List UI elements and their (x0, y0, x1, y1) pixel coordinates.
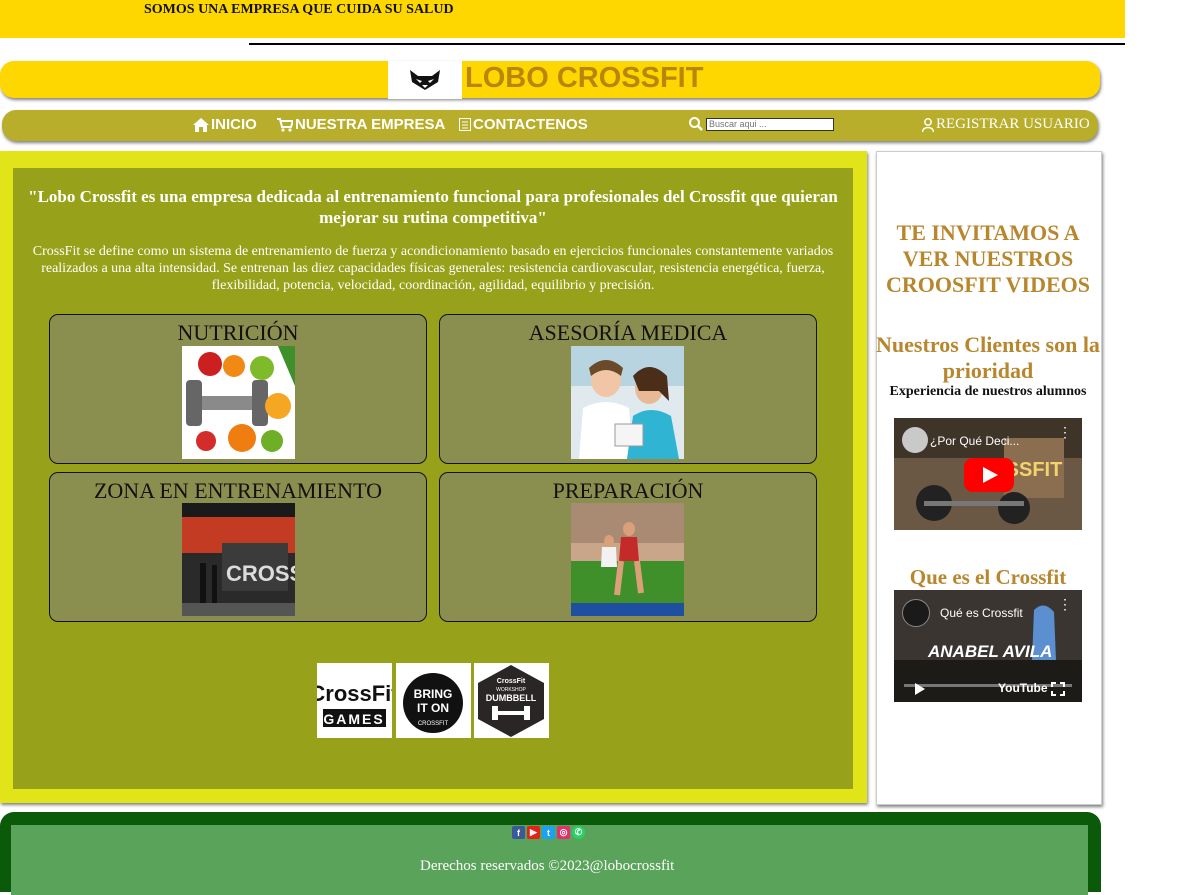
top-bar: SOMOS UNA EMPRESA QUE CUIDA SU SALUD (0, 0, 1125, 38)
video-title: ¿Por Qué Deci... (930, 434, 1020, 448)
register-user-label: REGISTRAR USUARIO (936, 116, 1090, 132)
crossfit-description: CrossFit se define como un sistema de en… (32, 244, 834, 293)
card-zona-entrenamiento[interactable]: ZONA EN ENTRENAMIENTO CROSSFIT (49, 472, 427, 622)
list-icon (459, 118, 471, 131)
channel-avatar (902, 599, 930, 627)
divider (249, 43, 1125, 45)
preparation-image (571, 503, 684, 616)
nutrition-image (182, 346, 295, 459)
register-user-link[interactable]: REGISTRAR USUARIO (922, 116, 1090, 133)
dumbbell-workshop-logo[interactable]: CrossFit WORKSHOP DUMBBELL (474, 663, 549, 738)
copyright-text: Derechos reservados ©2023@lobocrossfit (420, 858, 675, 874)
video-title: Qué es Crossfit (940, 606, 1023, 620)
partner-text: CrossFit (317, 681, 392, 706)
partner-text: CROSSFIT (418, 721, 449, 727)
card-nutricion[interactable]: NUTRICIÓN (49, 314, 427, 464)
fullscreen-icon[interactable] (1051, 682, 1065, 696)
more-options-icon[interactable]: ⋮ (1058, 425, 1072, 439)
svg-text:SSFIT: SSFIT (1006, 459, 1063, 481)
twitter-icon[interactable]: t (542, 826, 555, 839)
youtube-logo[interactable]: YouTube (998, 681, 1048, 695)
search-input[interactable] (706, 117, 834, 131)
partner-text: CrossFit (497, 678, 526, 685)
search-icon[interactable] (689, 117, 703, 131)
search-box (689, 117, 834, 131)
nav-inicio-label: INICIO (211, 116, 257, 133)
play-icon[interactable] (914, 682, 926, 696)
more-options-icon[interactable]: ⋮ (1058, 597, 1072, 611)
wolf-logo-icon[interactable] (388, 61, 462, 99)
card-title: ASESORÍA MEDICA (528, 320, 728, 345)
nav-nuestra-empresa[interactable]: NUESTRA EMPRESA (277, 116, 445, 133)
youtube-icon[interactable]: ▶ (527, 826, 540, 839)
partner-text: IT ON (417, 701, 449, 715)
social-links: f ▶ t ◎ ✆ (512, 826, 585, 839)
play-icon[interactable] (964, 458, 1014, 492)
nav-nuestra-empresa-label: NUESTRA EMPRESA (295, 116, 446, 133)
video-overlay-text: ANABEL AVILA (928, 642, 1053, 661)
nav-inicio[interactable]: INICIO (193, 116, 257, 133)
home-icon (193, 117, 209, 132)
bring-it-on-logo[interactable]: BRING IT ON CROSSFIT (396, 663, 471, 738)
sidebar-heading-videos: TE INVITAMOS A VER NUESTROS CROOSFIT VID… (886, 220, 1090, 297)
card-title: ZONA EN ENTRENAMIENTO (93, 478, 382, 503)
card-title: NUTRICIÓN (177, 320, 299, 345)
video-player-2[interactable]: Qué es Crossfit ⋮ ANABEL AVILA YouTube (894, 590, 1082, 702)
company-quote: "Lobo Crossfit es una empresa dedicada a… (28, 187, 838, 227)
svg-text:CROSSFIT: CROSSFIT (226, 561, 295, 586)
video-player-1[interactable]: SSFIT ¿Por Qué Deci... ⋮ (894, 418, 1082, 530)
sidebar-heading-clients: Nuestros Clientes son la prioridad (876, 332, 1100, 383)
slogan: SOMOS UNA EMPRESA QUE CUIDA SU SALUD (144, 2, 454, 17)
partner-text: DUMBBELL (486, 693, 537, 703)
card-title: PREPARACIÓN (552, 478, 704, 503)
instagram-icon[interactable]: ◎ (557, 826, 570, 839)
cart-icon (277, 117, 293, 132)
channel-avatar (902, 427, 928, 453)
brand-title[interactable]: LOBO CROSSFIT (465, 62, 703, 95)
nav-contactenos[interactable]: CONTACTENOS (459, 116, 588, 133)
card-preparacion[interactable]: PREPARACIÓN (439, 472, 817, 622)
training-zone-image: CROSSFIT (182, 503, 295, 616)
medical-advice-image (571, 346, 684, 459)
whatsapp-icon[interactable]: ✆ (572, 826, 585, 839)
card-asesoria-medica[interactable]: ASESORÍA MEDICA (439, 314, 817, 464)
sidebar-subheading: Experiencia de nuestros alumnos (889, 384, 1087, 399)
partner-text: GAMES (323, 711, 384, 727)
partner-text: BRING (414, 687, 453, 701)
user-icon (922, 117, 934, 132)
crossfit-games-logo[interactable]: CrossFit GAMES (309, 663, 399, 738)
nav-contactenos-label: CONTACTENOS (473, 116, 588, 133)
facebook-icon[interactable]: f (512, 826, 525, 839)
sidebar-heading-crossfit: Que es el Crossfit (909, 565, 1067, 589)
